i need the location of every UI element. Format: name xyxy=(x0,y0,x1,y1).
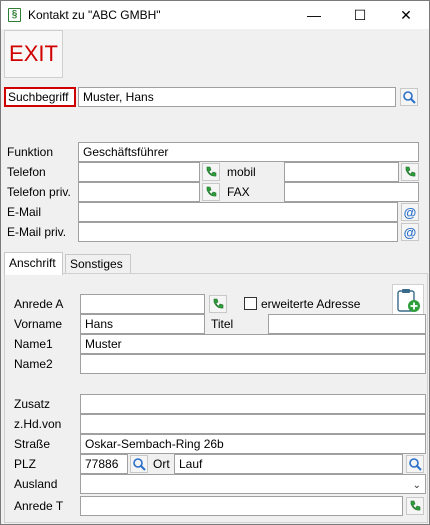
anrede-a-label: Anrede A xyxy=(14,297,64,311)
search-input[interactable]: Muster, Hans xyxy=(78,87,396,107)
anrede-t-button[interactable] xyxy=(406,497,424,515)
name1-field[interactable]: Muster xyxy=(80,334,426,354)
plz-search-button[interactable] xyxy=(130,455,148,473)
telefon-label: Telefon xyxy=(7,165,46,179)
vorname-field[interactable]: Hans xyxy=(80,314,205,334)
anrede-a-field[interactable] xyxy=(80,294,205,314)
erweiterte-adresse-label: erweiterte Adresse xyxy=(261,297,361,311)
ausland-select[interactable]: ⌄ xyxy=(80,474,426,494)
close-button[interactable]: ✕ xyxy=(383,1,429,29)
anrede-t-label: Anrede T xyxy=(14,499,64,513)
magnifier-icon xyxy=(133,458,146,471)
email-send-button[interactable]: @ xyxy=(401,203,419,221)
ausland-label: Ausland xyxy=(14,477,58,491)
window-title: Kontakt zu "ABC GMBH" xyxy=(28,8,161,22)
telefon-priv-dial-button[interactable] xyxy=(202,183,220,201)
phone-icon xyxy=(405,166,416,177)
email-priv-label: E-Mail priv. xyxy=(7,225,67,239)
minimize-button[interactable]: — xyxy=(291,1,337,29)
email-priv-field[interactable] xyxy=(78,222,398,242)
magnifier-icon xyxy=(403,91,416,104)
email-label: E-Mail xyxy=(7,205,42,219)
chevron-down-icon: ⌄ xyxy=(412,480,421,491)
zusatz-field[interactable] xyxy=(80,394,426,414)
funktion-field[interactable]: Geschäftsführer xyxy=(78,142,419,162)
at-icon: @ xyxy=(403,224,417,240)
titel-field[interactable] xyxy=(268,314,426,334)
fax-field[interactable] xyxy=(284,182,419,202)
strasse-label: Straße xyxy=(14,437,51,451)
telefon-priv-field[interactable] xyxy=(78,182,200,202)
phone-icon xyxy=(206,166,217,177)
ort-field[interactable]: Lauf xyxy=(174,454,403,474)
email-field[interactable] xyxy=(78,202,398,222)
strasse-field[interactable]: Oskar-Sembach-Ring 26b xyxy=(80,434,426,454)
magnifier-icon xyxy=(409,458,422,471)
name1-label: Name1 xyxy=(14,337,53,351)
title-bar: § Kontakt zu "ABC GMBH" — ☐ ✕ xyxy=(1,1,429,29)
exit-button[interactable]: EXIT xyxy=(4,30,63,78)
clipboard-add-button[interactable] xyxy=(392,284,424,316)
ort-search-button[interactable] xyxy=(406,455,424,473)
tab-anschrift[interactable]: Anschrift xyxy=(4,252,63,275)
tab-sonstiges[interactable]: Sonstiges xyxy=(65,254,131,274)
search-label: Suchbegriff xyxy=(4,87,76,107)
telefon-priv-label: Telefon priv. xyxy=(7,185,71,199)
vorname-label: Vorname xyxy=(14,317,63,331)
zhdvon-label: z.Hd.von xyxy=(14,417,62,431)
name2-label: Name2 xyxy=(14,357,53,371)
titel-label: Titel xyxy=(211,317,234,331)
zhdvon-field[interactable] xyxy=(80,414,426,434)
search-button[interactable] xyxy=(400,88,418,106)
email-priv-send-button[interactable]: @ xyxy=(401,223,419,241)
maximize-button[interactable]: ☐ xyxy=(337,1,383,29)
anrede-a-button[interactable] xyxy=(209,295,227,313)
minimize-icon: — xyxy=(307,7,321,23)
exit-label: EXIT xyxy=(9,41,58,66)
mobil-dial-button[interactable] xyxy=(401,163,419,181)
contact-window: § Kontakt zu "ABC GMBH" — ☐ ✕ EXIT Suchb… xyxy=(0,0,430,525)
fax-label: FAX xyxy=(227,185,250,199)
erweiterte-adresse-checkbox[interactable] xyxy=(244,297,257,310)
ort-label: Ort xyxy=(153,457,170,471)
close-icon: ✕ xyxy=(400,6,412,23)
zusatz-label: Zusatz xyxy=(14,397,51,411)
plz-field[interactable]: 77886 xyxy=(80,454,128,474)
maximize-icon: ☐ xyxy=(353,6,367,23)
app-icon: § xyxy=(8,8,21,22)
at-icon: @ xyxy=(403,204,417,220)
name2-field[interactable] xyxy=(80,354,426,374)
mobil-label: mobil xyxy=(227,165,256,179)
clipboard-add-icon xyxy=(397,289,420,312)
telefon-field[interactable] xyxy=(78,162,200,182)
funktion-label: Funktion xyxy=(7,145,54,159)
phone-icon xyxy=(206,186,217,197)
plz-label: PLZ xyxy=(14,457,37,471)
phone-icon xyxy=(213,298,224,309)
telefon-dial-button[interactable] xyxy=(202,163,220,181)
anrede-t-field[interactable] xyxy=(80,496,403,516)
phone-icon xyxy=(410,500,421,511)
mobil-field[interactable] xyxy=(284,162,399,182)
